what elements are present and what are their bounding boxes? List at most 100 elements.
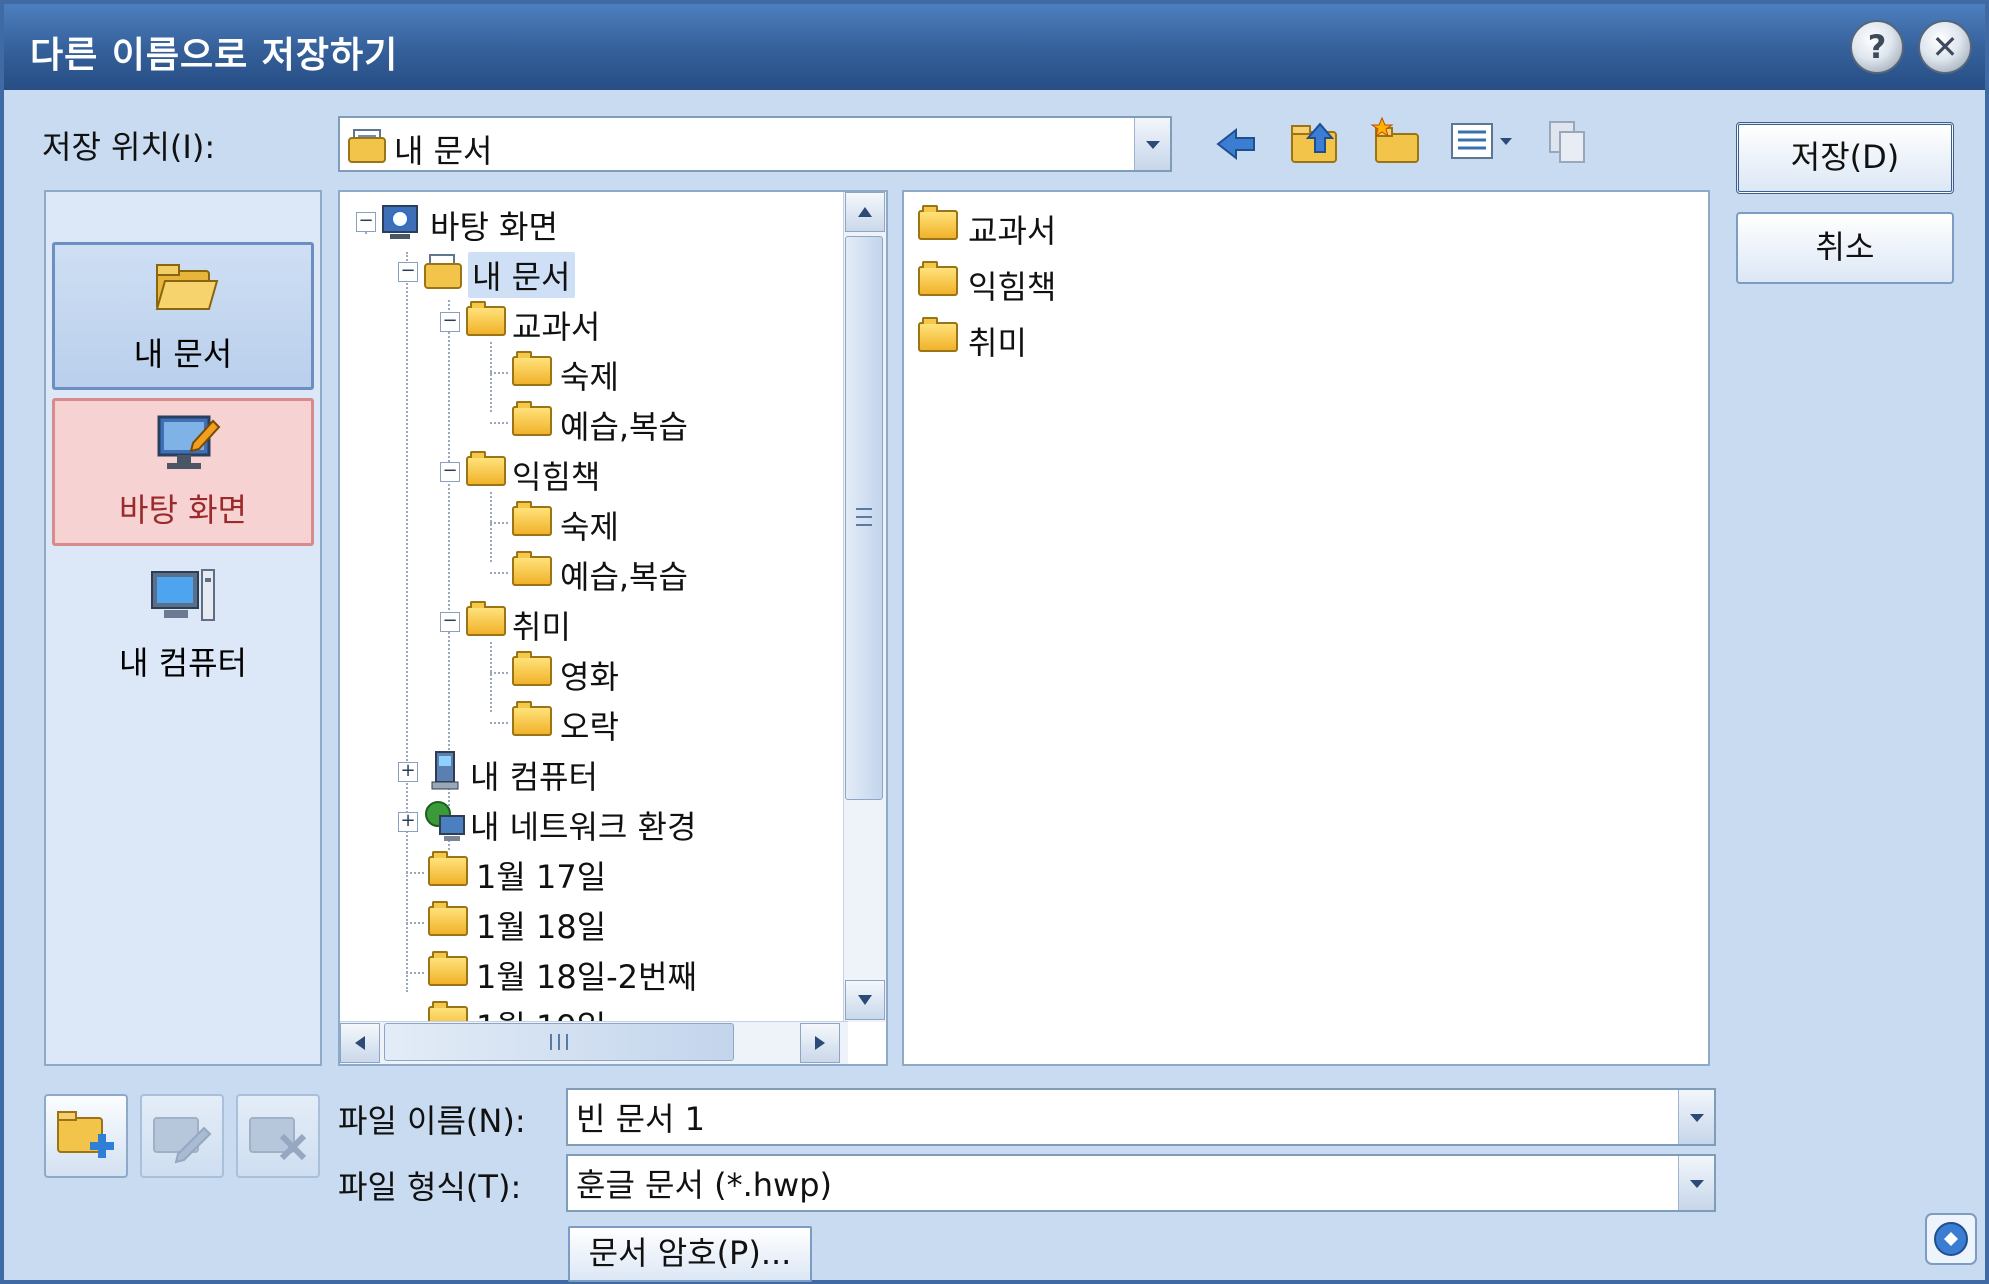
folder-icon — [918, 261, 958, 296]
back-icon[interactable] — [1212, 122, 1262, 166]
my-documents-icon — [348, 129, 386, 163]
tree-label: 오락 — [560, 708, 619, 746]
tree-label: 내 문서 — [468, 252, 575, 298]
folder-icon — [918, 205, 958, 240]
tree-label: 1월 18일 — [476, 908, 607, 946]
title-bar[interactable]: 다른 이름으로 저장하기 ? ✕ — [4, 4, 1985, 90]
dialog-title: 다른 이름으로 저장하기 — [30, 35, 399, 76]
tree-label: 취미 — [512, 608, 571, 646]
scroll-up-button[interactable] — [845, 192, 885, 232]
edit-folder-button[interactable] — [140, 1094, 224, 1178]
filetype-dropdown-button[interactable] — [1678, 1156, 1714, 1210]
save-button[interactable]: 저장(D) — [1736, 122, 1954, 194]
scroll-right-button[interactable] — [800, 1023, 840, 1063]
place-label: 내 문서 — [133, 335, 233, 373]
document-password-button[interactable]: 문서 암호(P)... — [568, 1226, 812, 1282]
edit-folder-icon — [153, 1117, 212, 1164]
tree-guide-line — [406, 972, 424, 974]
filetype-combo[interactable]: 훈글 문서 (*.hwp) — [566, 1154, 1716, 1212]
filename-label: 파일 이름(N): — [338, 1102, 526, 1140]
tree-label: 바탕 화면 — [430, 208, 558, 246]
place-label: 바탕 화면 — [119, 491, 247, 529]
my-computer-icon — [151, 569, 215, 621]
tree-label: 교과서 — [512, 308, 601, 346]
folder-icon — [428, 951, 468, 986]
location-dropdown-button[interactable] — [1134, 118, 1170, 170]
cancel-button[interactable]: 취소 — [1736, 212, 1954, 284]
tree-label: 1월 18일-2번째 — [476, 958, 697, 996]
view-menu-icon[interactable] — [1448, 120, 1516, 164]
desktop-icon — [157, 415, 221, 469]
tree-guide-line — [490, 642, 492, 712]
folder-icon — [918, 317, 958, 352]
tree-label: 예습,복습 — [560, 408, 688, 446]
scroll-thumb[interactable] — [384, 1023, 734, 1061]
collapse-icon[interactable]: − — [356, 212, 376, 232]
filename-combo[interactable]: 빈 문서 1 — [566, 1088, 1716, 1146]
collapse-icon[interactable]: − — [398, 262, 418, 282]
tree-label: 영화 — [560, 658, 619, 696]
save-as-dialog: 다른 이름으로 저장하기 ? ✕ 저장 위치(I): 내 문서 저장(D) 취소… — [0, 0, 1989, 1284]
tree-guide-line — [490, 342, 492, 412]
tree-horizontal-scrollbar[interactable] — [340, 1021, 848, 1064]
folder-icon — [512, 651, 552, 686]
tree-guide-line — [490, 422, 508, 424]
tree-label: 1월 17일 — [476, 858, 607, 896]
my-computer-icon — [431, 751, 459, 790]
help-button[interactable]: ? — [1850, 20, 1904, 74]
folder-tree[interactable]: − 바탕 화면 − 내 문서 − 교과서 숙제 예습,복습 − 익힘책 숙제 예… — [338, 190, 888, 1066]
list-item-label: 취미 — [968, 324, 1027, 362]
scroll-left-button[interactable] — [340, 1023, 380, 1063]
place-desktop[interactable]: 바탕 화면 — [52, 398, 314, 546]
tree-guide-line — [406, 922, 424, 924]
filename-input[interactable]: 빈 문서 1 — [576, 1094, 705, 1140]
folder-icon — [512, 401, 552, 436]
tree-guide-line — [490, 722, 508, 724]
scroll-thumb[interactable] — [845, 236, 883, 800]
filename-dropdown-button[interactable] — [1678, 1090, 1714, 1144]
folder-icon — [512, 551, 552, 586]
folder-icon — [512, 501, 552, 536]
expand-icon[interactable]: + — [398, 762, 418, 782]
collapse-icon[interactable]: − — [440, 312, 460, 332]
tree-label: 예습,복습 — [560, 558, 688, 596]
collapse-icon[interactable]: − — [440, 462, 460, 482]
filetype-label: 파일 형식(T): — [338, 1168, 522, 1206]
file-list[interactable]: 교과서 익힘책 취미 — [902, 190, 1710, 1066]
add-folder-button[interactable] — [44, 1094, 128, 1178]
folder-icon — [512, 351, 552, 386]
delete-folder-icon — [249, 1117, 307, 1161]
new-folder-icon[interactable] — [1368, 116, 1424, 168]
folder-icon — [466, 301, 506, 336]
network-icon — [425, 801, 465, 841]
tree-label: 내 컴퓨터 — [470, 758, 598, 796]
location-combo[interactable]: 내 문서 — [338, 116, 1172, 172]
copy-icon — [1549, 121, 1585, 163]
tree-vertical-scrollbar[interactable] — [843, 192, 886, 1022]
delete-folder-button[interactable] — [236, 1094, 320, 1178]
tree-guide-line — [406, 872, 424, 874]
collapse-icon[interactable]: − — [440, 612, 460, 632]
expand-icon[interactable]: + — [398, 812, 418, 832]
tree-guide-line — [490, 572, 508, 574]
place-my-documents[interactable]: 내 문서 — [52, 242, 314, 390]
up-folder-icon[interactable] — [1288, 118, 1344, 168]
help-circle-icon[interactable] — [1924, 1212, 1978, 1266]
folder-icon — [428, 901, 468, 936]
filetype-value: 훈글 문서 (*.hwp) — [576, 1166, 833, 1204]
tree-guide-line — [490, 492, 492, 562]
folder-icon — [466, 451, 506, 486]
add-folder-icon — [57, 1111, 114, 1158]
location-value: 내 문서 — [394, 132, 493, 170]
folder-icon — [466, 601, 506, 636]
place-my-computer[interactable]: 내 컴퓨터 — [52, 554, 314, 702]
tree-label: 내 네트워크 환경 — [470, 808, 697, 846]
scroll-down-button[interactable] — [845, 980, 885, 1020]
list-item-label: 익힘책 — [968, 268, 1057, 306]
tree-label: 익힘책 — [512, 458, 601, 496]
open-folder-icon — [155, 264, 219, 310]
close-button[interactable]: ✕ — [1918, 20, 1972, 74]
tree-guide-line — [490, 522, 508, 524]
location-label: 저장 위치(I): — [42, 128, 216, 166]
tree-guide-line — [490, 672, 508, 674]
